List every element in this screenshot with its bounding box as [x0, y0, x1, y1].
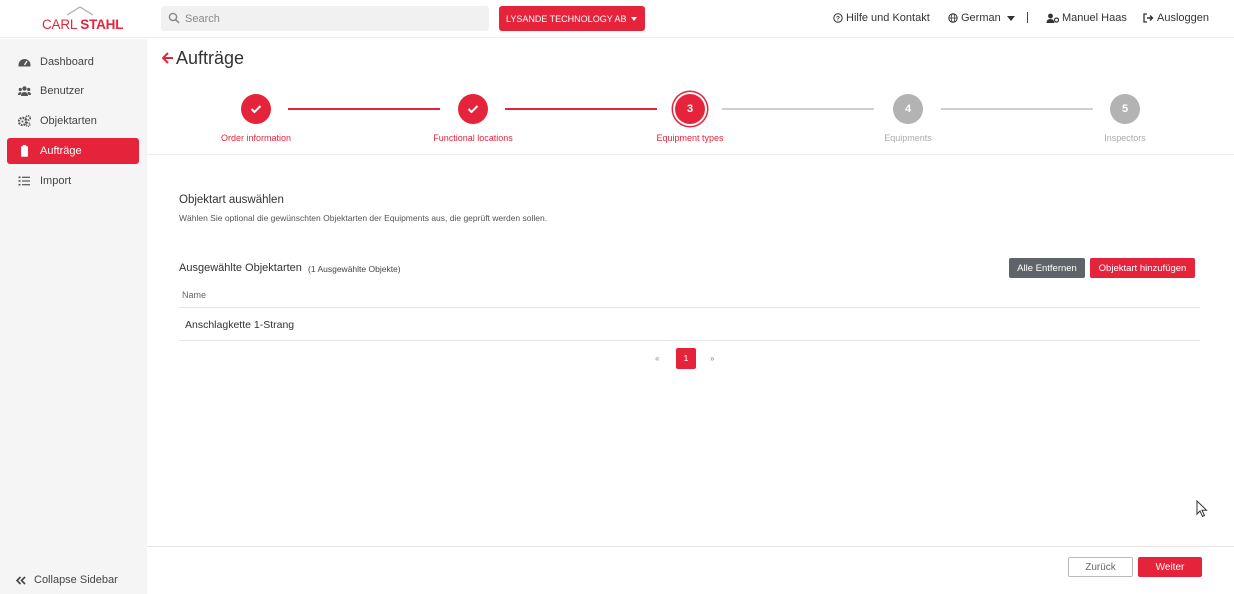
company-dropdown[interactable]: LYSANDE TECHNOLOGY AB — [499, 6, 645, 31]
carl-stahl-logo[interactable]: CARL STAHL — [38, 6, 124, 32]
search-input[interactable] — [185, 6, 485, 31]
sign-out-icon — [1143, 13, 1154, 23]
next-button[interactable]: Weiter — [1138, 557, 1202, 577]
logout-link[interactable]: Ausloggen — [1143, 12, 1209, 24]
column-header-name: Name — [182, 290, 207, 300]
step-5-label: Inspectors — [1104, 133, 1146, 143]
company-name: LYSANDE TECHNOLOGY AB — [506, 14, 627, 24]
collapse-sidebar-button[interactable]: Collapse Sidebar — [16, 574, 118, 586]
sidebar-item-benutzer[interactable]: Benutzer — [7, 78, 139, 104]
user-name: Manuel Haas — [1062, 12, 1127, 24]
step-1-label: Order information — [220, 133, 292, 143]
help-link[interactable]: ? Hilfe und Kontakt — [833, 12, 930, 24]
step-5-circle[interactable]: 5 — [1110, 94, 1140, 124]
sidebar-item-label: Dashboard — [40, 56, 94, 68]
step-2-circle[interactable] — [458, 94, 488, 124]
svg-text:?: ? — [836, 16, 840, 23]
divider — [1027, 12, 1028, 23]
pagination-page-1[interactable]: 1 — [676, 348, 696, 369]
selected-types-title: Ausgewählte Objektarten — [179, 262, 302, 274]
step-connector — [505, 108, 657, 110]
footer-divider — [147, 546, 1234, 547]
step-2-label: Functional locations — [433, 133, 513, 143]
mouse-cursor-icon — [1196, 500, 1208, 518]
step-connector — [288, 108, 440, 110]
pagination-next[interactable]: » — [710, 354, 714, 363]
search-box[interactable] — [161, 6, 489, 31]
search-icon — [168, 12, 180, 24]
question-circle-icon: ? — [833, 13, 843, 23]
table-row-divider — [179, 340, 1200, 341]
sidebar: Dashboard Benutzer Objektarten Aufträge … — [0, 39, 147, 594]
check-icon — [467, 105, 479, 114]
sidebar-item-dashboard[interactable]: Dashboard — [7, 49, 139, 75]
step-3-circle[interactable]: 3 — [675, 94, 705, 124]
clipboard-icon — [21, 145, 28, 157]
check-icon — [250, 105, 262, 114]
help-label: Hilfe und Kontakt — [846, 12, 930, 24]
globe-icon — [948, 13, 958, 23]
language-selector[interactable]: German — [948, 12, 1015, 24]
back-arrow-icon[interactable] — [162, 51, 174, 65]
back-button[interactable]: Zurück — [1068, 557, 1133, 577]
table-header-divider — [179, 307, 1200, 308]
step-4-circle[interactable]: 4 — [893, 94, 923, 124]
page-title: Aufträge — [176, 48, 245, 68]
sidebar-item-label: Aufträge — [40, 145, 82, 157]
user-cog-icon — [1046, 13, 1059, 23]
section-subtitle: Wählen Sie optional die gewünschten Obje… — [179, 213, 548, 223]
sidebar-item-label: Benutzer — [40, 85, 85, 97]
sidebar-item-objektarten[interactable]: Objektarten — [7, 108, 139, 134]
step-3-label: Equipment types — [656, 133, 724, 143]
logo-text-light: CARL — [42, 17, 81, 32]
collapse-label: Collapse Sidebar — [34, 574, 118, 586]
user-menu[interactable]: Manuel Haas — [1046, 12, 1127, 24]
section-title: Objektart auswählen — [179, 194, 284, 206]
double-chevron-left-icon — [16, 575, 26, 585]
step-4-label: Equipments — [884, 133, 932, 143]
language-label: German — [961, 12, 1001, 24]
pagination-prev[interactable]: « — [655, 354, 659, 363]
remove-all-button[interactable]: Alle Entfernen — [1009, 258, 1085, 278]
sidebar-item-import[interactable]: Import — [7, 168, 139, 194]
add-object-type-button[interactable]: Objektart hinzufügen — [1090, 258, 1195, 278]
logout-label: Ausloggen — [1157, 12, 1209, 24]
logo-text-bold: STAHL — [80, 17, 124, 32]
step-1-circle[interactable] — [241, 94, 271, 124]
gears-icon — [18, 115, 31, 127]
users-icon — [18, 86, 31, 96]
step-connector — [941, 108, 1093, 110]
selected-count: (1 Ausgewählte Objekte) — [308, 264, 401, 274]
sidebar-item-label: Objektarten — [40, 115, 97, 127]
table-row[interactable]: Anschlagkette 1-Strang — [185, 319, 294, 331]
caret-down-icon — [1006, 15, 1015, 21]
chevron-down-icon — [631, 17, 637, 21]
list-icon — [18, 176, 30, 186]
top-bar: CARL STAHL LYSANDE TECHNOLOGY AB ? Hilfe… — [0, 0, 1234, 38]
logo-roof-icon — [66, 6, 94, 16]
sidebar-item-auftraege[interactable]: Aufträge — [7, 138, 139, 164]
sidebar-item-label: Import — [40, 175, 72, 187]
dashboard-icon — [18, 59, 31, 67]
divider — [147, 154, 1234, 155]
step-connector — [722, 108, 874, 110]
